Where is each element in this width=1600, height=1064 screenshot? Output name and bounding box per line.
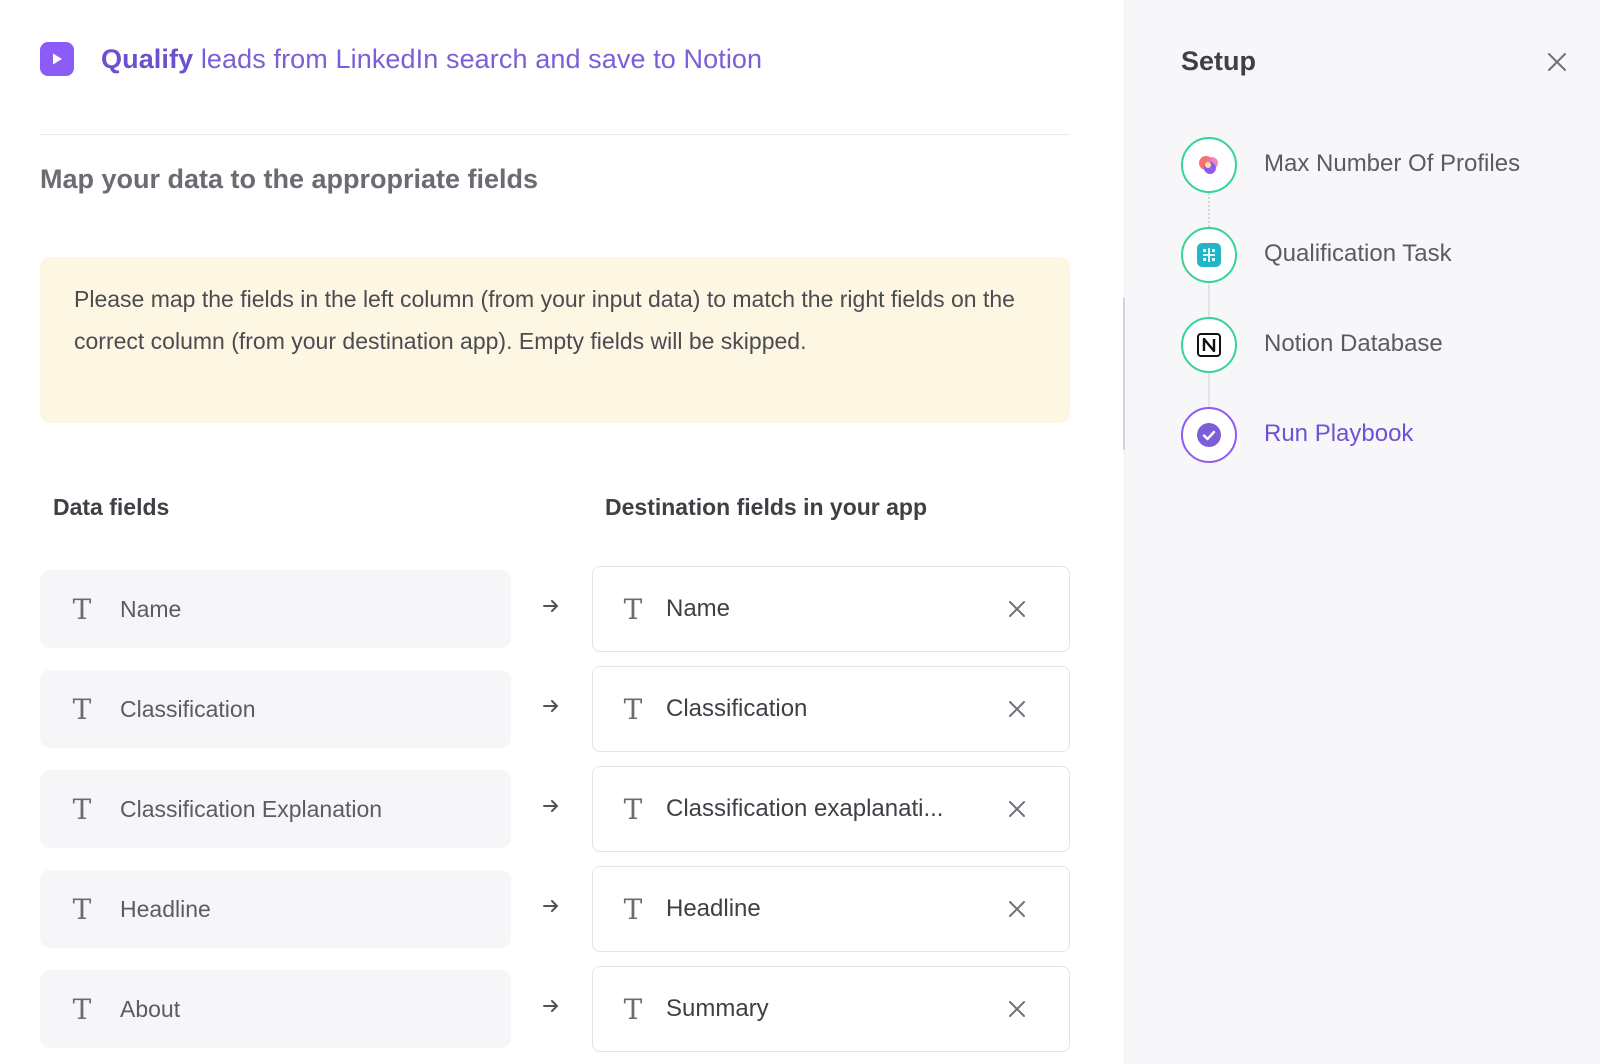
step-notion-database[interactable]: Notion Database [1181, 317, 1520, 407]
profiles-icon [1199, 156, 1218, 174]
destination-field-label: Classification [666, 695, 808, 722]
remove-mapping-icon[interactable] [1005, 797, 1029, 821]
source-field-label: Headline [120, 895, 211, 922]
destination-field-select[interactable]: T Classification exaplanati... [592, 766, 1070, 852]
step-connector [1208, 373, 1210, 407]
mapping-row: T About T Summary [0, 966, 1124, 1064]
text-type-icon: T [623, 592, 643, 626]
destination-field-select[interactable]: T Headline [592, 866, 1070, 952]
step-label: Qualification Task [1264, 240, 1452, 267]
arrow-right-icon [543, 600, 558, 612]
source-field: T Classification Explanation [40, 770, 511, 848]
step-max-profiles[interactable]: Max Number Of Profiles [1181, 137, 1520, 227]
step-status-complete [1181, 317, 1237, 373]
task-grid-icon [1197, 243, 1221, 267]
remove-mapping-icon[interactable] [1005, 897, 1029, 921]
source-field: T Classification [40, 670, 511, 748]
playbook-header: Qualify leads from LinkedIn search and s… [40, 42, 762, 76]
main-panel: Qualify leads from LinkedIn search and s… [0, 0, 1124, 1064]
destination-fields-heading: Destination fields in your app [605, 494, 928, 520]
setup-steps: Max Number Of Profiles Qualification Tas… [1181, 137, 1520, 497]
setup-sidebar: Setup Max Number Of Profiles Qualificati… [1123, 0, 1600, 1064]
check-circle-icon [1197, 423, 1221, 447]
notion-icon [1197, 333, 1221, 357]
text-type-icon: T [623, 792, 643, 826]
text-type-icon: T [72, 692, 92, 726]
mapping-list: T Name T Name T Classification T Classif… [0, 566, 1124, 1064]
text-type-icon: T [72, 992, 92, 1026]
destination-field-label: Name [666, 595, 731, 622]
text-type-icon: T [623, 692, 643, 726]
destination-field-select[interactable]: T Name [592, 566, 1070, 652]
data-fields-heading: Data fields [53, 494, 170, 520]
remove-mapping-icon[interactable] [1005, 597, 1029, 621]
arrow-right-icon [543, 900, 558, 912]
destination-field-select[interactable]: T Classification [592, 666, 1070, 752]
text-type-icon: T [623, 892, 643, 926]
text-type-icon: T [72, 592, 92, 626]
mapping-row: T Classification Explanation T Classific… [0, 766, 1124, 866]
text-type-icon: T [72, 792, 92, 826]
remove-mapping-icon[interactable] [1005, 997, 1029, 1021]
step-status-complete [1181, 227, 1237, 283]
step-qualification-task[interactable]: Qualification Task [1181, 227, 1520, 317]
destination-field-select[interactable]: T Summary [592, 966, 1070, 1052]
source-field: T Headline [40, 870, 511, 948]
step-label: Notion Database [1264, 330, 1443, 357]
play-icon [40, 42, 74, 76]
sidebar-scroll-indicator [1123, 298, 1125, 450]
text-type-icon: T [623, 992, 643, 1026]
destination-field-label: Classification exaplanati... [666, 795, 944, 822]
mapping-row: T Classification T Classification [0, 666, 1124, 766]
step-connector [1208, 283, 1210, 317]
step-connector [1208, 193, 1210, 227]
destination-field-label: Summary [666, 995, 769, 1022]
source-field-label: About [120, 995, 181, 1022]
source-field-label: Classification Explanation [120, 795, 383, 822]
setup-title: Setup [1181, 46, 1257, 76]
step-label: Run Playbook [1264, 420, 1414, 447]
arrow-right-icon [543, 700, 558, 712]
header-divider [40, 134, 1070, 135]
mapping-notice: Please map the fields in the left column… [40, 257, 1070, 423]
close-icon[interactable] [1543, 48, 1571, 76]
source-field-label: Classification [120, 695, 256, 722]
step-run-playbook[interactable]: Run Playbook [1181, 407, 1520, 497]
destination-field-label: Headline [666, 895, 761, 922]
mapping-row: T Headline T Headline [0, 866, 1124, 966]
source-field: T Name [40, 570, 511, 648]
source-field-label: Name [120, 595, 182, 622]
section-title: Map your data to the appropriate fields [40, 164, 539, 194]
source-field: T About [40, 970, 511, 1048]
step-label: Max Number Of Profiles [1264, 150, 1521, 177]
mapping-row: T Name T Name [0, 566, 1124, 666]
step-status-current [1181, 407, 1237, 463]
playbook-title: Qualify leads from LinkedIn search and s… [101, 43, 763, 74]
text-type-icon: T [72, 892, 92, 926]
remove-mapping-icon[interactable] [1005, 697, 1029, 721]
step-status-complete [1181, 137, 1237, 193]
arrow-right-icon [543, 800, 558, 812]
arrow-right-icon [543, 1000, 558, 1012]
